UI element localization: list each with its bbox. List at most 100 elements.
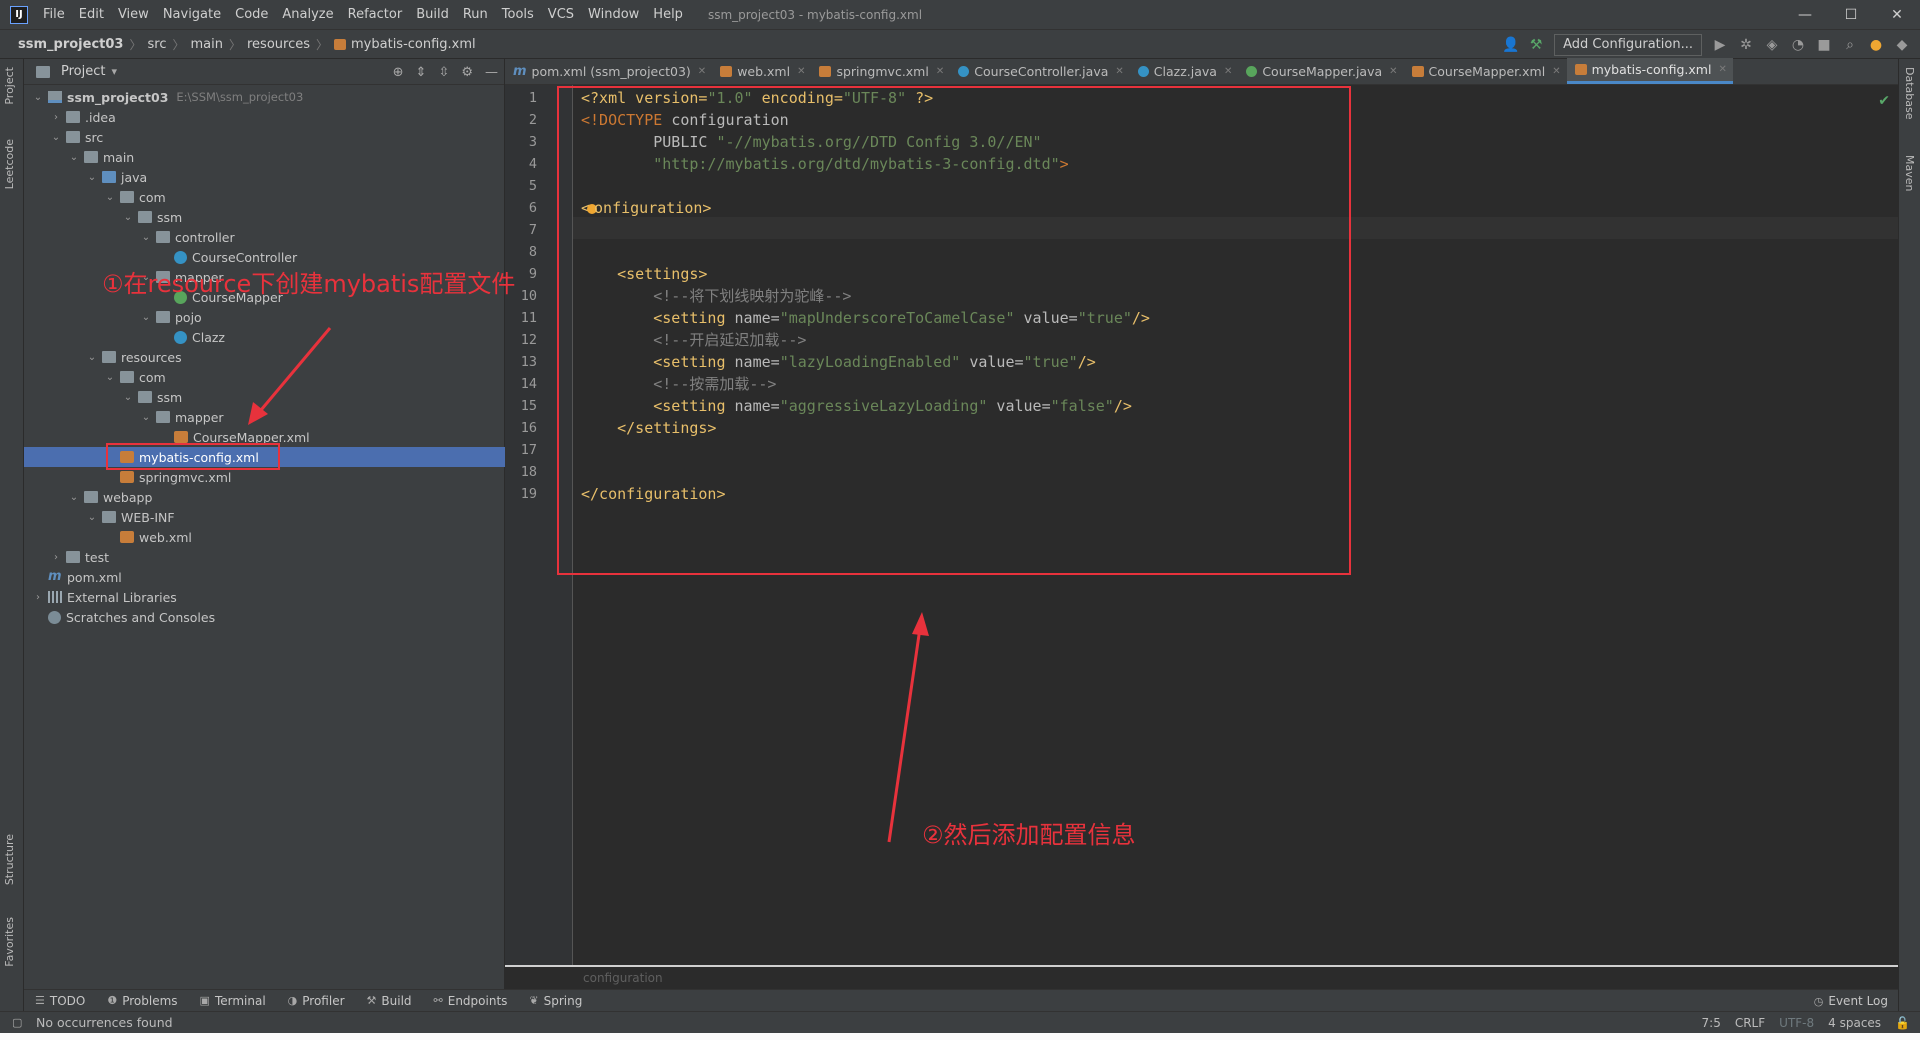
tree-item[interactable]: ⌄ webapp — [24, 487, 505, 507]
breadcrumb-main[interactable]: main — [186, 37, 226, 52]
tree-item[interactable]: Clazz — [24, 327, 505, 347]
tree-item[interactable]: ⌄ controller — [24, 227, 505, 247]
menu-build[interactable]: Build — [409, 0, 456, 30]
editor-tab[interactable]: Clazz.java ✕ — [1130, 58, 1239, 84]
strip-database[interactable]: Database — [1903, 67, 1916, 120]
strip-favorites[interactable]: Favorites — [3, 917, 16, 967]
search-icon[interactable]: ⌕ — [1842, 37, 1858, 53]
tree-item[interactable]: › .idea — [24, 107, 505, 127]
breadcrumb-src[interactable]: src — [143, 37, 170, 52]
editor-tab[interactable]: springmvc.xml ✕ — [811, 58, 950, 84]
toggle-tool-windows-icon[interactable]: ▢ — [12, 1016, 22, 1029]
chevron-down-icon[interactable]: ⌄ — [86, 512, 98, 523]
close-icon[interactable]: ✕ — [1389, 66, 1397, 77]
editor-tab[interactable]: web.xml ✕ — [712, 58, 811, 84]
tool-window-problems[interactable]: ❶ Problems — [96, 994, 188, 1008]
menu-analyze[interactable]: Analyze — [275, 0, 340, 30]
editor-breadcrumb[interactable]: configuration — [505, 965, 1898, 989]
chevron-down-icon[interactable]: ▾ — [111, 65, 117, 78]
minimize-button[interactable]: — — [1782, 0, 1828, 30]
strip-structure[interactable]: Structure — [3, 834, 16, 885]
indent-setting[interactable]: 4 spaces — [1828, 1016, 1881, 1030]
strip-leetcode[interactable]: Leetcode — [3, 139, 16, 189]
hammer-build-icon[interactable]: ⚒ — [1528, 37, 1544, 53]
menu-view[interactable]: View — [111, 0, 156, 30]
chevron-down-icon[interactable]: ⌄ — [104, 372, 116, 383]
breadcrumb-resources[interactable]: resources — [243, 37, 314, 52]
menu-code[interactable]: Code — [228, 0, 275, 30]
coverage-icon[interactable]: ◈ — [1764, 37, 1780, 53]
tree-item[interactable]: ⌄ pojo — [24, 307, 505, 327]
run-icon[interactable]: ▶ — [1712, 37, 1728, 53]
tree-item[interactable]: ⌄ resources — [24, 347, 505, 367]
chevron-down-icon[interactable]: ⌄ — [50, 132, 62, 143]
tool-window-todo[interactable]: ☰ TODO — [24, 994, 96, 1008]
chevron-right-icon[interactable]: › — [50, 112, 62, 123]
tool-window-terminal[interactable]: ▣ Terminal — [189, 994, 277, 1008]
tree-item[interactable]: ⌄ ssm — [24, 207, 505, 227]
tool-window-spring[interactable]: ❦ Spring — [518, 994, 593, 1008]
profile-icon[interactable]: ◔ — [1790, 37, 1806, 53]
tree-item[interactable]: m pom.xml — [24, 567, 505, 587]
menu-run[interactable]: Run — [456, 0, 495, 30]
user-icon[interactable]: 👤 — [1502, 37, 1519, 53]
editor-tab[interactable]: CourseController.java ✕ — [950, 58, 1130, 84]
locate-icon[interactable]: ⊕ — [393, 65, 404, 80]
editor-tab[interactable]: CourseMapper.java ✕ — [1238, 58, 1403, 84]
chevron-down-icon[interactable]: ⌄ — [86, 352, 98, 363]
project-panel-title[interactable]: Project — [61, 64, 105, 79]
chevron-right-icon[interactable]: › — [32, 592, 44, 603]
tree-item[interactable]: ⌄ main — [24, 147, 505, 167]
tree-item[interactable]: ⌄ ssm_project03 E:\SSM\ssm_project03 — [24, 87, 505, 107]
tree-item[interactable]: ⌄ com — [24, 187, 505, 207]
menu-vcs[interactable]: VCS — [541, 0, 581, 30]
tree-item[interactable]: › test — [24, 547, 505, 567]
tool-window-build[interactable]: ⚒ Build — [356, 994, 423, 1008]
chevron-down-icon[interactable]: ⌄ — [32, 92, 44, 103]
menu-refactor[interactable]: Refactor — [341, 0, 410, 30]
tool-window-profiler[interactable]: ◑ Profiler — [277, 994, 356, 1008]
tree-item[interactable]: Scratches and Consoles — [24, 607, 505, 627]
close-button[interactable]: ✕ — [1874, 0, 1920, 30]
chevron-down-icon[interactable]: ⌄ — [68, 152, 80, 163]
editor-tab[interactable]: m pom.xml (ssm_project03) ✕ — [505, 58, 712, 84]
toolbox-icon[interactable]: ◆ — [1894, 37, 1910, 53]
editor-tab[interactable]: CourseMapper.xml ✕ — [1404, 58, 1567, 84]
lock-icon[interactable]: 🔓 — [1895, 1016, 1910, 1030]
tree-item[interactable]: ⌄ com — [24, 367, 505, 387]
caret-position[interactable]: 7:5 — [1702, 1016, 1721, 1030]
tree-item[interactable]: ⌄ WEB-INF — [24, 507, 505, 527]
close-icon[interactable]: ✕ — [698, 66, 706, 77]
breadcrumb-file[interactable]: mybatis-config.xml — [330, 37, 480, 52]
tree-item[interactable]: › External Libraries — [24, 587, 505, 607]
debug-icon[interactable]: ✲ — [1738, 37, 1754, 53]
tree-item[interactable]: ⌄ src — [24, 127, 505, 147]
chevron-down-icon[interactable]: ⌄ — [104, 192, 116, 203]
menu-window[interactable]: Window — [581, 0, 646, 30]
chevron-right-icon[interactable]: › — [50, 552, 62, 563]
menu-edit[interactable]: Edit — [72, 0, 111, 30]
collapse-all-icon[interactable]: ⇳ — [438, 65, 449, 80]
tree-item[interactable]: web.xml — [24, 527, 505, 547]
chevron-down-icon[interactable]: ⌄ — [122, 392, 134, 403]
update-icon[interactable]: ● — [1868, 37, 1884, 53]
event-log-button[interactable]: ◷ Event Log — [1814, 990, 1888, 1012]
add-configuration-button[interactable]: Add Configuration... — [1554, 33, 1702, 56]
menu-help[interactable]: Help — [646, 0, 690, 30]
inspection-ok-icon[interactable]: ✔ — [1878, 93, 1890, 109]
chevron-down-icon[interactable]: ⌄ — [140, 412, 152, 423]
tree-item[interactable]: springmvc.xml — [24, 467, 505, 487]
hide-icon[interactable]: — — [485, 65, 498, 80]
close-icon[interactable]: ✕ — [1115, 66, 1123, 77]
chevron-down-icon[interactable]: ⌄ — [140, 232, 152, 243]
menu-file[interactable]: File — [36, 0, 72, 30]
close-icon[interactable]: ✕ — [1552, 66, 1560, 77]
tree-item[interactable]: ⌄ mapper — [24, 407, 505, 427]
intellij-logo-icon[interactable]: IJ — [10, 5, 28, 24]
close-icon[interactable]: ✕ — [936, 66, 944, 77]
strip-project[interactable]: Project — [3, 67, 16, 105]
chevron-down-icon[interactable]: ⌄ — [68, 492, 80, 503]
stop-icon[interactable]: ■ — [1816, 37, 1832, 53]
strip-maven[interactable]: Maven — [1903, 155, 1916, 191]
menu-tools[interactable]: Tools — [495, 0, 541, 30]
